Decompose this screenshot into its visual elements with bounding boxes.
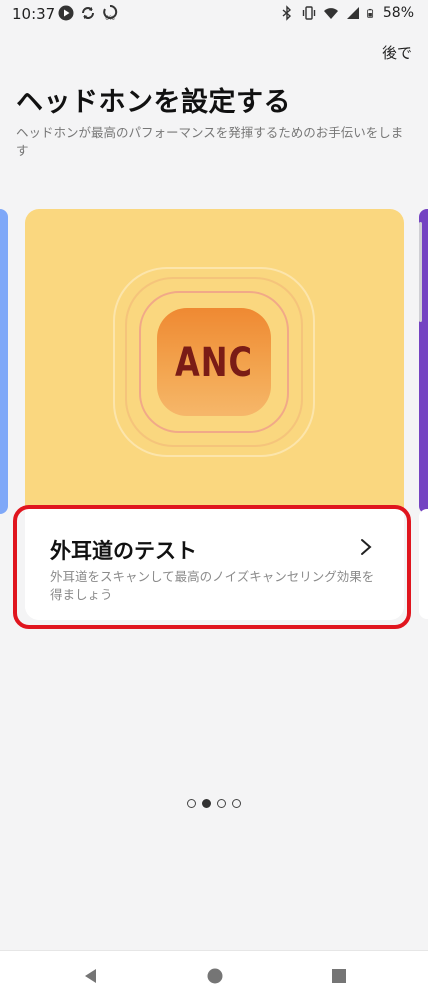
anc-badge: ANC [157,308,271,416]
navigation-bar [0,950,428,1000]
page-dot[interactable] [232,799,241,808]
screen: 10:37 0% 58% 後で ヘッドホンを設定する ヘッドホンが最高のパフォー… [0,0,428,1000]
home-icon[interactable] [206,967,224,985]
recents-icon[interactable] [330,967,348,985]
battery-percent: 58% [382,5,414,21]
signal-icon [346,7,359,19]
previous-card-peek[interactable] [0,209,8,514]
play-icon [58,5,74,21]
data-saver-icon: 0% [103,5,118,21]
vibrate-icon [302,6,316,20]
battery-icon [367,8,373,18]
status-time: 10:37 [12,5,56,23]
status-left-icons: 0% [58,5,118,21]
scroll-indicator [419,222,422,322]
page-dot[interactable] [187,799,196,808]
bluetooth-icon [282,5,291,21]
wifi-icon [323,8,338,19]
skip-button[interactable]: 後で [382,42,412,63]
data-saver-label: 0% [105,15,115,21]
back-icon[interactable] [82,967,100,985]
page-title: ヘッドホンを設定する [16,87,291,118]
page-subtitle: ヘッドホンが最高のパフォーマンスを発揮するためのお手伝いをします [16,125,404,158]
status-right-icons: 58% [279,5,414,21]
page-dot-active[interactable] [202,799,211,808]
page-dot[interactable] [217,799,226,808]
status-bar: 10:37 0% 58% [0,0,428,28]
page-indicator [0,799,428,808]
anc-illustration: ANC [25,209,404,509]
anc-badge-label: ANC [174,338,254,386]
sync-icon [82,7,94,19]
next-card-body-peek [419,509,428,619]
highlight-frame [13,505,411,629]
